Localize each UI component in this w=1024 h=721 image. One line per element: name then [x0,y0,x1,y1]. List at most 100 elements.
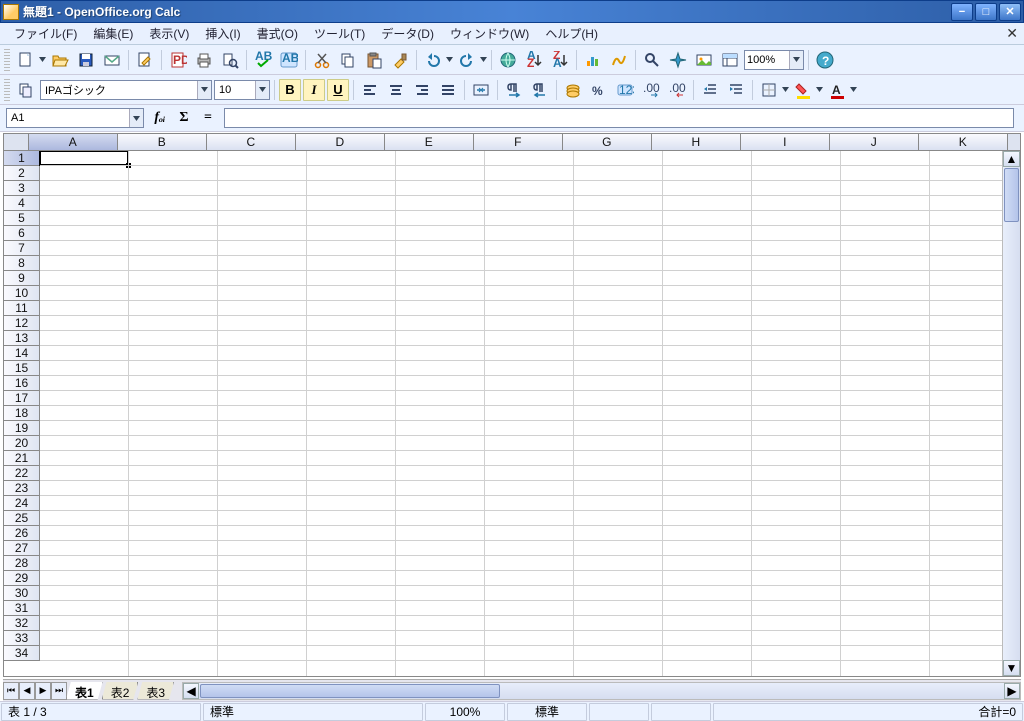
add-decimal-button[interactable]: .000 [639,78,663,102]
undo-button[interactable] [421,48,445,72]
undo-dropdown[interactable] [445,48,453,72]
status-sum[interactable]: 合計=0 [713,703,1023,721]
minimize-button[interactable]: − [951,3,973,21]
menu-help[interactable]: ヘルプ(H) [537,22,606,45]
formula-input[interactable] [224,108,1014,128]
row-header-12[interactable]: 12 [4,316,40,331]
horizontal-scrollbar[interactable]: ◀ ▶ [182,682,1021,700]
column-header-B[interactable]: B [118,134,207,151]
save-button[interactable] [74,48,98,72]
row-header-27[interactable]: 27 [4,541,40,556]
status-mode[interactable]: 標準 [507,703,587,721]
font-name-combo[interactable] [40,80,212,100]
export-pdf-button[interactable]: PDF [166,48,190,72]
edit-file-button[interactable] [133,48,157,72]
number-format-button[interactable]: 123 [613,78,637,102]
background-color-dropdown[interactable] [815,78,823,102]
column-header-F[interactable]: F [474,134,563,151]
vscroll-thumb[interactable] [1004,168,1019,222]
spelling-button[interactable]: ABC [251,48,275,72]
function-button[interactable]: = [198,108,218,128]
decrease-indent-button[interactable] [698,78,722,102]
row-header-1[interactable]: 1 [4,151,40,166]
row-header-22[interactable]: 22 [4,466,40,481]
maximize-button[interactable]: □ [975,3,997,21]
borders-dropdown[interactable] [781,78,789,102]
row-header-28[interactable]: 28 [4,556,40,571]
row-header-8[interactable]: 8 [4,256,40,271]
currency-button[interactable] [561,78,585,102]
menu-file[interactable]: ファイル(F) [6,22,85,45]
function-wizard-button[interactable]: fₒᵢ [150,108,170,128]
scroll-down-button[interactable]: ▼ [1003,660,1020,676]
row-header-21[interactable]: 21 [4,451,40,466]
row-header-29[interactable]: 29 [4,571,40,586]
redo-button[interactable] [455,48,479,72]
column-header-J[interactable]: J [830,134,919,151]
row-header-32[interactable]: 32 [4,616,40,631]
row-header-15[interactable]: 15 [4,361,40,376]
align-center-button[interactable] [384,78,408,102]
styles-button[interactable] [14,78,38,102]
autospell-button[interactable]: ABC [277,48,301,72]
scroll-right-button[interactable]: ▶ [1004,683,1020,699]
close-button[interactable]: ✕ [999,3,1021,21]
sort-asc-button[interactable]: AZ [522,48,546,72]
font-size-input[interactable] [215,81,255,99]
name-box-dropdown[interactable] [129,109,143,127]
row-header-13[interactable]: 13 [4,331,40,346]
redo-dropdown[interactable] [479,48,487,72]
status-selection[interactable] [651,703,711,721]
font-name-dropdown[interactable] [197,81,211,99]
status-zoom[interactable]: 100% [425,703,505,721]
column-header-A[interactable]: A [29,134,118,151]
scroll-left-button[interactable]: ◀ [183,683,199,699]
chart-button[interactable] [581,48,605,72]
cells-area[interactable] [40,151,1002,676]
name-box[interactable] [6,108,144,128]
row-header-14[interactable]: 14 [4,346,40,361]
row-header-3[interactable]: 3 [4,181,40,196]
sheet-tab-2[interactable]: 表2 [102,682,139,700]
row-header-10[interactable]: 10 [4,286,40,301]
underline-button[interactable]: U [327,79,349,101]
align-right-button[interactable] [410,78,434,102]
delete-decimal-button[interactable]: .000 [665,78,689,102]
print-button[interactable] [192,48,216,72]
menu-edit[interactable]: 編集(E) [85,22,141,45]
row-header-26[interactable]: 26 [4,526,40,541]
show-draw-functions-button[interactable] [607,48,631,72]
sum-button[interactable]: Σ [174,108,194,128]
row-header-18[interactable]: 18 [4,406,40,421]
row-header-30[interactable]: 30 [4,586,40,601]
toolbar-grip[interactable] [4,79,10,101]
sheet-tab-1[interactable]: 表1 [66,682,103,700]
zoom-input[interactable] [745,51,789,69]
row-header-7[interactable]: 7 [4,241,40,256]
italic-button[interactable]: I [303,79,325,101]
select-all-corner[interactable] [4,134,29,151]
row-header-20[interactable]: 20 [4,436,40,451]
copy-button[interactable] [336,48,360,72]
email-button[interactable] [100,48,124,72]
tab-prev-button[interactable]: ◀ [19,682,35,700]
increase-indent-button[interactable] [724,78,748,102]
scroll-up-button[interactable]: ▲ [1003,151,1020,167]
vertical-scrollbar[interactable]: ▲ ▼ [1002,151,1020,676]
menu-window[interactable]: ウィンドウ(W) [442,22,537,45]
column-header-K[interactable]: K [919,134,1008,151]
font-size-dropdown[interactable] [255,81,269,99]
navigator-button[interactable] [666,48,690,72]
row-header-19[interactable]: 19 [4,421,40,436]
gallery-button[interactable] [692,48,716,72]
ltr-button[interactable] [502,78,526,102]
menu-tools[interactable]: ツール(T) [306,22,373,45]
rtl-button[interactable] [528,78,552,102]
zoom-combo[interactable] [744,50,804,70]
tab-first-button[interactable]: ⏮ [3,682,19,700]
sort-desc-button[interactable]: ZA [548,48,572,72]
selected-cell-a1[interactable] [39,151,129,166]
column-header-E[interactable]: E [385,134,474,151]
menu-insert[interactable]: 挿入(I) [197,22,248,45]
print-preview-button[interactable] [218,48,242,72]
